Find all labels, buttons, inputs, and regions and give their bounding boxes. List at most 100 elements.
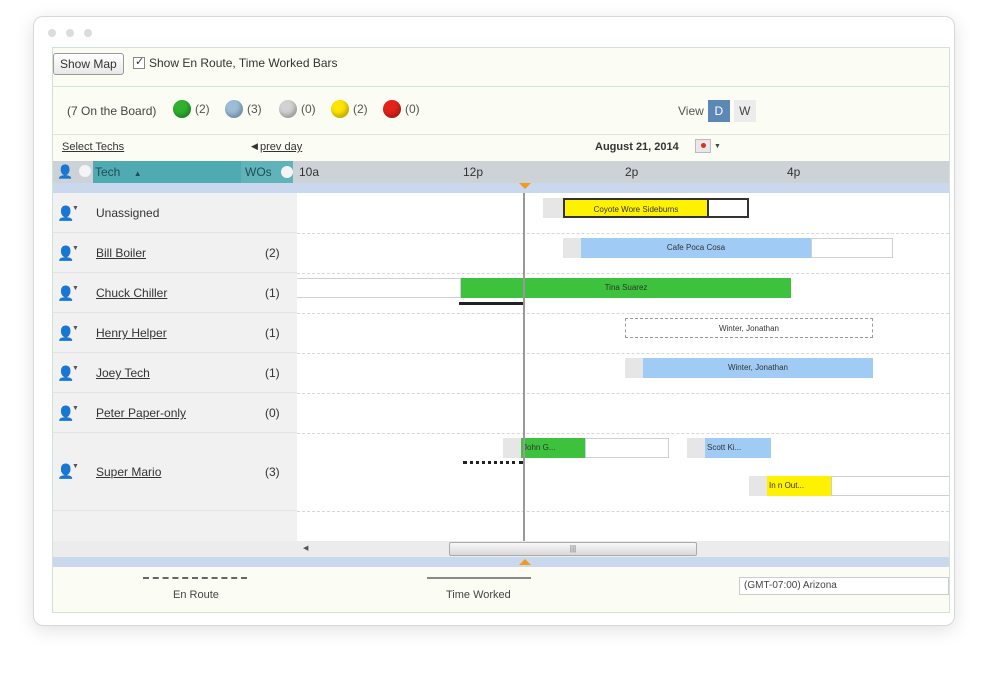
work-order-bar[interactable]: John G... [521,438,585,458]
caret-down-icon[interactable]: ▼ [72,463,79,470]
tech-name-link[interactable]: Super Mario [96,465,161,479]
horizontal-scrollbar[interactable]: ◀ ||| [53,541,949,557]
tech-name-link[interactable]: Chuck Chiller [96,286,167,300]
time-tick-2p: 2p [625,165,639,179]
caret-down-icon[interactable]: ▼ [72,285,79,292]
tech-row[interactable]: 👤 ▼ Joey Tech (1) [53,353,297,393]
sort-asc-icon: ▲ [133,169,142,178]
tech-column-toggle[interactable] [79,165,91,177]
caret-down-icon[interactable]: ▼ [72,245,79,252]
work-order-bar[interactable]: In n Out... [767,476,831,496]
date-nav-row: Select Techs ◀ prev day August 21, 2014 … [53,135,949,161]
time-tick-12p: 12p [463,165,484,179]
status-green[interactable]: (2) [173,100,210,118]
caret-down-icon[interactable]: ▼ [72,205,79,212]
view-switcher: View D W [678,100,756,122]
wos-column-toggle[interactable] [281,166,293,178]
now-marker-bottom [519,559,531,565]
tech-name-link[interactable]: Henry Helper [96,326,167,340]
bar-legend-footer: En Route Time Worked (GMT-07:00) Arizona [53,567,949,607]
row-divider [297,273,949,274]
now-marker-top [519,183,531,189]
status-yellow[interactable]: (2) [331,100,368,118]
tech-row[interactable]: 👤 ▼ Unassigned [53,193,297,233]
show-bars-checkbox[interactable] [133,55,145,69]
work-order-remaining [297,278,461,298]
calendar-icon[interactable] [695,139,711,153]
status-grey[interactable]: (0) [279,100,316,118]
tech-name-link[interactable]: Joey Tech [96,366,150,380]
work-order-bar[interactable]: Cafe Poca Cosa [581,238,811,258]
tech-row[interactable]: 👤 ▼ Super Mario (3) [53,433,297,511]
dispatch-board-app: Show Map Show En Route, Time Worked Bars… [52,47,950,613]
work-order-remaining [585,438,669,458]
browser-window: Show Map Show En Route, Time Worked Bars… [33,16,955,626]
status-count: (0) [301,102,316,116]
wo-travel-block [543,198,563,218]
tech-wo-count: (2) [265,246,280,260]
person-icon[interactable]: 👤 [57,164,73,180]
caret-down-icon[interactable]: ▼ [72,365,79,372]
window-titlebar [34,17,954,47]
row-divider [297,433,949,434]
tech-row[interactable]: 👤 ▼ Henry Helper (1) [53,313,297,353]
show-bars-toggle[interactable]: Show En Route, Time Worked Bars [133,55,338,70]
status-legend: (7 On the Board) (2) (3) (0) (2) (0) Vie… [53,87,949,135]
view-week-button[interactable]: W [733,100,756,122]
wo-travel-block [563,238,581,258]
work-order-remaining [707,198,749,218]
work-order-bar[interactable]: Winter, Jonathan [625,318,873,338]
tech-row[interactable]: 👤 ▼ Peter Paper-only (0) [53,393,297,433]
chevron-down-icon[interactable]: ▼ [714,143,721,150]
tech-row[interactable]: 👤 ▼ Chuck Chiller (1) [53,273,297,313]
tech-row[interactable]: 👤 ▼ Bill Boiler (2) [53,233,297,273]
tech-name-link[interactable]: Peter Paper-only [96,406,186,420]
timezone-select[interactable]: (GMT-07:00) Arizona [739,577,949,595]
row-divider [297,393,949,394]
caret-down-icon[interactable]: ▼ [72,405,79,412]
work-order-bar[interactable]: Winter, Jonathan [643,358,873,378]
view-day-button[interactable]: D [707,100,730,122]
work-order-bar[interactable]: Coyote Wore Sideburns [563,198,709,218]
tech-name: Unassigned [96,206,160,220]
window-dot-maximize[interactable] [84,29,92,37]
tech-header-label: Tech [95,165,121,179]
green-status-icon [173,100,191,118]
row-divider [297,353,949,354]
window-dot-close[interactable] [48,29,56,37]
bottom-time-band [53,557,949,567]
window-dot-minimize[interactable] [66,29,74,37]
column-header-row: 👤 Tech ▲ WOs 10a 12p 2p 4p [53,161,949,183]
work-order-bar[interactable]: Tina Suarez [461,278,791,298]
toolbar: Show Map Show En Route, Time Worked Bars [53,48,949,86]
prev-day-link[interactable]: prev day [260,141,302,153]
tech-wo-count: (1) [265,326,280,340]
select-techs-link[interactable]: Select Techs [62,141,124,153]
wos-header-label: WOs [245,165,272,179]
show-map-button[interactable]: Show Map [53,53,124,75]
blue-status-icon [225,100,243,118]
yellow-status-icon [331,100,349,118]
wo-travel-block [503,438,521,458]
status-count: (3) [247,102,262,116]
current-date: August 21, 2014 [595,141,679,153]
tech-name-link[interactable]: Bill Boiler [96,246,146,260]
work-order-remaining [831,476,949,496]
tech-wo-count: (0) [265,406,280,420]
prev-arrow-icon[interactable]: ◀ [251,141,258,152]
show-bars-label: Show En Route, Time Worked Bars [149,56,338,70]
status-red[interactable]: (0) [383,100,420,118]
status-blue[interactable]: (3) [225,100,262,118]
caret-down-icon[interactable]: ▼ [72,325,79,332]
timeline-area: Coyote Wore Sideburns Cafe Poca Cosa Tin… [297,193,949,541]
work-order-bar[interactable]: Scott Ki... [705,438,771,458]
en-route-sample [143,577,247,579]
scroll-left-icon[interactable]: ◀ [303,544,308,552]
board-panel: (7 On the Board) (2) (3) (0) (2) (0) Vie… [53,86,949,614]
status-count: (2) [353,102,368,116]
time-worked-bar [459,302,525,305]
top-time-band [53,183,949,193]
tech-column-header[interactable]: Tech ▲ [93,161,241,183]
wos-column-header[interactable]: WOs [241,161,293,183]
scroll-thumb[interactable]: ||| [449,542,697,556]
